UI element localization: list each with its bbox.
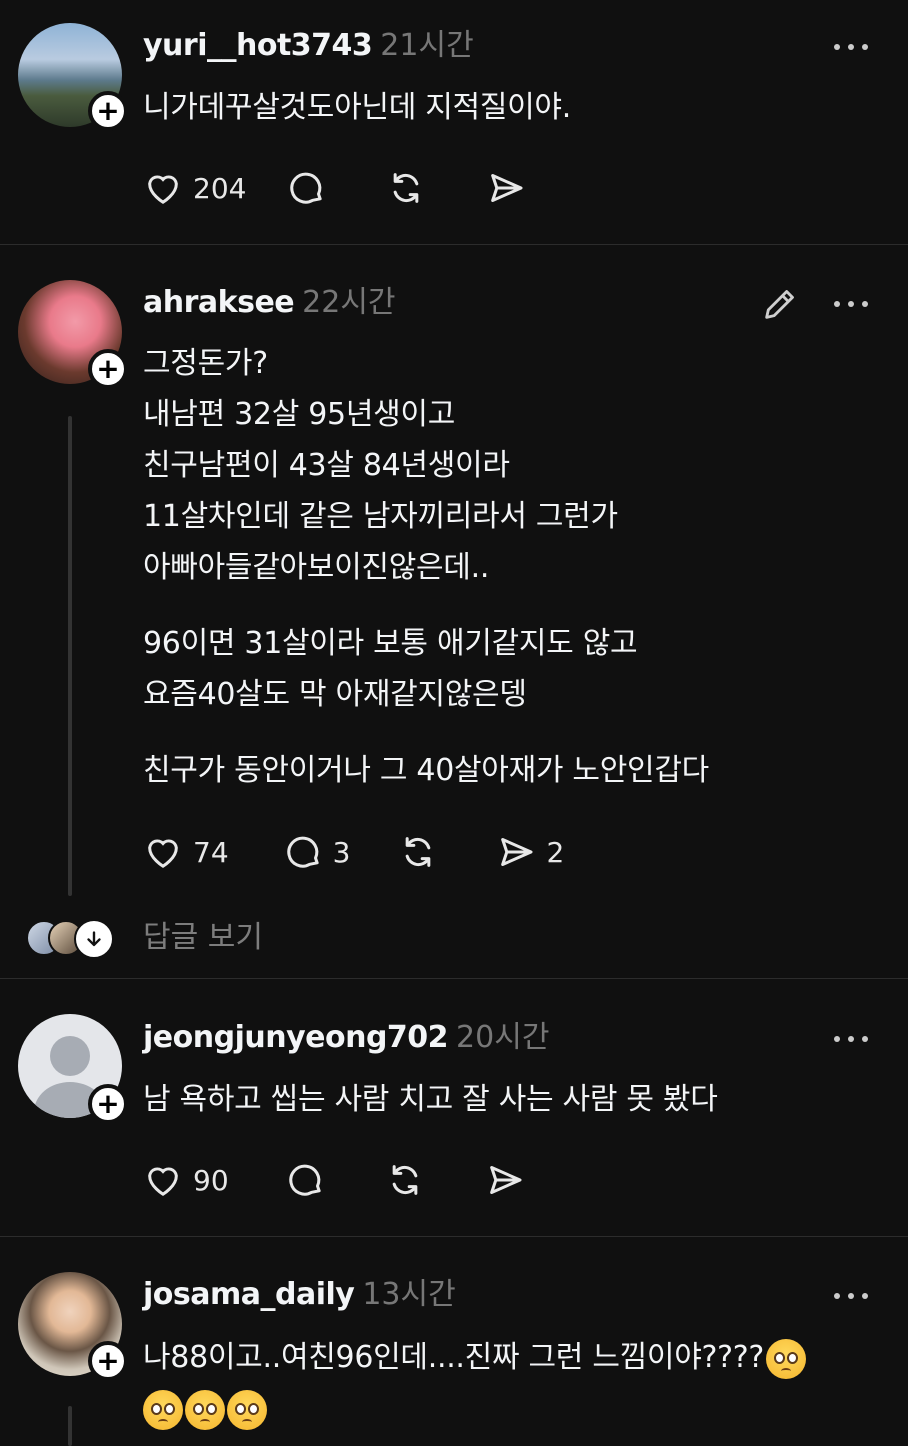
- username[interactable]: yuri__hot3743: [143, 28, 373, 63]
- comment-icon: [288, 1164, 321, 1196]
- repost-button[interactable]: [385, 1160, 425, 1200]
- text-line: 나88이고..여친96인데....진짜 그런 느낌이야????: [143, 1332, 807, 1383]
- action-bar: 204: [143, 166, 526, 210]
- post-text: 그정돈가? 내남편 32살 95년생이고 친구남편이 43살 84년생이라 11…: [143, 338, 709, 796]
- repost-button[interactable]: [398, 832, 438, 872]
- like-button[interactable]: 204: [143, 168, 246, 208]
- pleading-face-emoji: [185, 1389, 225, 1430]
- text-line: 96이면 31살이라 보통 애기같지도 않고: [143, 626, 638, 661]
- repost-icon: [406, 837, 431, 867]
- send-icon: [491, 174, 523, 202]
- reply-button[interactable]: [286, 168, 326, 208]
- view-replies-link[interactable]: 답글 보기: [143, 918, 263, 958]
- thread-line: [68, 1406, 72, 1446]
- like-button[interactable]: 90: [143, 1160, 229, 1200]
- send-icon: [489, 1166, 522, 1194]
- reply-avatars[interactable]: [26, 919, 116, 959]
- share-button[interactable]: 2: [496, 832, 564, 872]
- text-line: 요즘40살도 막 아재같지않은뎅: [143, 677, 527, 712]
- timestamp: 22시간: [302, 285, 396, 320]
- more-icon[interactable]: [834, 1033, 868, 1045]
- text-line: 친구남편이 43살 84년생이라: [143, 448, 510, 483]
- reply-count: 3: [332, 835, 351, 869]
- timestamp: 20시간: [456, 1020, 550, 1055]
- text-line: 그정돈가?: [143, 346, 268, 381]
- username[interactable]: josama_daily: [143, 1277, 355, 1312]
- edit-button[interactable]: [760, 284, 800, 324]
- share-button[interactable]: [485, 1160, 525, 1200]
- repost-button[interactable]: [386, 168, 426, 208]
- username[interactable]: jeongjunyeong702: [143, 1020, 449, 1055]
- divider: [0, 1236, 908, 1237]
- repost-icon: [394, 173, 419, 203]
- pleading-face-emoji: [143, 1389, 183, 1430]
- text-line: 아빠아들같아보이진않은데..: [143, 550, 490, 585]
- emoji-line: [143, 1383, 806, 1434]
- text-line: 니가데꾸살것도아닌데 지적질이야.: [143, 90, 571, 125]
- heart-icon: [148, 1167, 178, 1196]
- divider: [0, 244, 908, 245]
- post-text: 나88이고..여친96인데....진짜 그런 느낌이야????: [143, 1332, 807, 1434]
- post-header: jeongjunyeong702 20시간: [143, 1020, 549, 1056]
- default-avatar-icon: [50, 1036, 90, 1076]
- reply-button[interactable]: 3: [283, 832, 351, 872]
- follow-plus-icon[interactable]: +: [88, 349, 128, 389]
- text-line: 친구가 동안이거나 그 40살아재가 노안인갑다: [143, 753, 709, 788]
- like-count: 204: [193, 171, 247, 205]
- share-button[interactable]: [486, 168, 526, 208]
- text-content: 나88이고..여친96인데....진짜 그런 느낌이야????: [143, 1340, 765, 1375]
- pencil-icon: [765, 290, 794, 319]
- pleading-face-emoji: [227, 1389, 267, 1430]
- post-text: 남 욕하고 씹는 사람 치고 잘 사는 사람 못 봤다: [143, 1074, 718, 1125]
- divider: [0, 978, 908, 979]
- comment-icon: [286, 836, 319, 868]
- more-icon[interactable]: [834, 1290, 868, 1302]
- post-text: 니가데꾸살것도아닌데 지적질이야.: [143, 82, 571, 133]
- follow-plus-icon[interactable]: +: [88, 1341, 128, 1381]
- follow-plus-icon[interactable]: +: [88, 91, 128, 131]
- timestamp: 13시간: [362, 1277, 456, 1312]
- text-line: 내남편 32살 95년생이고: [143, 397, 456, 432]
- more-icon[interactable]: [834, 41, 868, 53]
- like-count: 90: [193, 1163, 229, 1197]
- text-line: 남 욕하고 씹는 사람 치고 잘 사는 사람 못 봤다: [143, 1082, 718, 1117]
- comment-icon: [290, 172, 323, 204]
- post-header: josama_daily 13시간: [143, 1277, 456, 1313]
- more-icon[interactable]: [834, 298, 868, 310]
- username[interactable]: ahraksee: [143, 285, 295, 320]
- like-button[interactable]: 74: [143, 832, 229, 872]
- text-line: 11살차인데 같은 남자끼리라서 그런가: [143, 499, 618, 534]
- send-icon: [501, 838, 533, 866]
- thread-line: [68, 416, 72, 896]
- chevron-down-icon: [74, 919, 114, 959]
- heart-icon: [148, 839, 178, 868]
- post-header: ahraksee 22시간: [143, 285, 396, 321]
- repost-icon: [392, 1165, 417, 1195]
- pleading-face-emoji: [766, 1338, 807, 1379]
- reply-button[interactable]: [285, 1160, 325, 1200]
- action-bar: 90: [143, 1158, 525, 1202]
- like-count: 74: [193, 835, 229, 869]
- share-count: 2: [546, 835, 565, 869]
- timestamp: 21시간: [380, 28, 474, 63]
- action-bar: 74 3 2: [143, 830, 564, 874]
- post-header: yuri__hot3743 21시간: [143, 28, 474, 64]
- heart-icon: [148, 175, 178, 204]
- follow-plus-icon[interactable]: +: [88, 1084, 128, 1124]
